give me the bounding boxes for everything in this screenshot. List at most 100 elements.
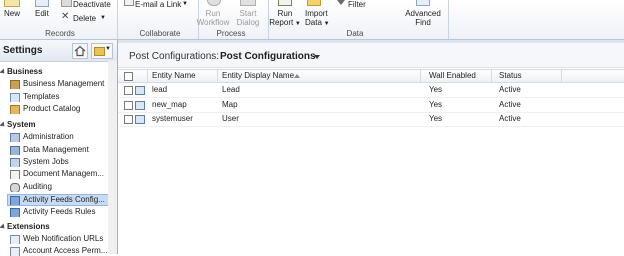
nav-label: Business Management <box>23 79 105 88</box>
nav-business-management[interactable]: Business Management <box>8 79 114 89</box>
view-dropdown-icon[interactable] <box>314 55 320 59</box>
folder-dropdown-icon: ▼ <box>105 46 111 52</box>
sidebar-header: Settings ▼ <box>0 40 117 62</box>
view-label: Post Configurations: <box>129 51 220 62</box>
section-business[interactable]: Business <box>0 67 117 77</box>
home-button[interactable] <box>72 43 88 59</box>
deactivate-icon <box>61 0 72 7</box>
nav-label: Data Management <box>23 145 89 154</box>
jobs-icon <box>10 158 20 167</box>
row-checkbox[interactable] <box>124 101 133 110</box>
cell-status: Active <box>499 114 521 123</box>
advanced-find-icon <box>416 0 430 6</box>
edit-button[interactable]: Edit <box>35 9 49 18</box>
ribbon: New Edit Deactivate ✕ Delete ▼ Records E… <box>0 0 624 40</box>
nav-activity-feeds-config[interactable]: Activity Feeds Config... <box>7 194 115 206</box>
email-link-button[interactable]: E-mail a Link <box>135 0 181 9</box>
data-group-label: Data <box>346 29 364 38</box>
section-system[interactable]: System <box>0 120 117 130</box>
delete-button[interactable]: Delete <box>73 14 96 23</box>
column-wall-enabled[interactable]: Wall Enabled <box>429 71 476 81</box>
view-selector-bar: Post Configurations: Post Configurations <box>118 43 624 68</box>
filter-button[interactable]: Filter <box>348 0 366 9</box>
nav-label: Product Catalog <box>23 104 81 113</box>
cell-status: Active <box>499 85 521 94</box>
data-separator <box>448 0 449 39</box>
run-report-icon <box>278 0 292 6</box>
access-icon <box>10 247 20 256</box>
column-status[interactable]: Status <box>499 71 522 81</box>
records-group-label: Records <box>45 29 75 38</box>
run-report-dropdown-icon: ▼ <box>293 21 301 27</box>
column-entity-name[interactable]: Entity Name <box>152 71 196 81</box>
new-icon <box>4 0 20 7</box>
col-separator <box>147 70 148 82</box>
cell-wall-enabled: Yes <box>429 100 443 109</box>
record-icon <box>135 86 145 95</box>
select-all-checkbox[interactable] <box>124 72 133 81</box>
nav-label: Activity Feeds Config... <box>23 195 105 204</box>
nav-auditing[interactable]: Auditing <box>8 182 114 192</box>
row-checkbox[interactable] <box>124 115 133 124</box>
nav-administration[interactable]: Administration <box>8 132 114 142</box>
run-report-button[interactable]: Run Report ▼ <box>268 9 302 29</box>
nav-templates[interactable]: Templates <box>8 92 114 102</box>
cell-entity-name[interactable]: systemuser <box>152 114 193 124</box>
nav-label: Templates <box>23 92 60 101</box>
view-selector[interactable]: Post Configurations <box>220 51 316 62</box>
advanced-find-button[interactable]: Advanced Find <box>402 9 444 27</box>
new-button[interactable]: New <box>4 9 20 18</box>
filter-icon <box>337 0 345 5</box>
run-workflow-button[interactable]: Run Workflow <box>195 9 231 27</box>
start-dialog-button[interactable]: Start Dialog <box>231 9 265 27</box>
import-data-line1: Import <box>305 9 328 18</box>
section-extensions[interactable]: Extensions <box>0 222 117 232</box>
cell-entity-name[interactable]: lead <box>152 85 167 95</box>
nav-data-management[interactable]: Data Management <box>8 145 114 155</box>
column-entity-display-name[interactable]: Entity Display Name <box>222 71 294 81</box>
table-row[interactable]: new_map Map Yes Active <box>118 98 624 113</box>
run-workflow-line1: Run <box>205 9 221 18</box>
records-separator <box>117 0 118 39</box>
edit-icon <box>35 0 49 7</box>
table-row[interactable]: systemuser User Yes Active <box>118 112 624 127</box>
nav-product-catalog[interactable]: Product Catalog <box>8 104 114 114</box>
sidebar-scrollbar[interactable] <box>108 61 117 254</box>
cell-status: Active <box>499 100 521 109</box>
templates-icon <box>10 93 20 102</box>
nav-document-management[interactable]: Document Managem... <box>8 169 114 179</box>
cell-display-name: Lead <box>222 85 240 94</box>
advanced-find-line2: Find <box>415 18 431 27</box>
sidebar: Settings ▼ Business Business Management … <box>0 40 118 256</box>
cell-display-name: User <box>222 114 239 123</box>
deactivate-button[interactable]: Deactivate <box>73 0 111 9</box>
import-data-button[interactable]: Import Data ▼ <box>305 9 335 29</box>
nav-label: Document Managem... <box>23 169 104 178</box>
folder-menu-button[interactable]: ▼ <box>91 43 113 59</box>
run-workflow-line2: Workflow <box>196 18 230 27</box>
nav-label: Web Notification URLs <box>23 234 104 243</box>
table-row[interactable]: lead Lead Yes Active <box>118 83 624 98</box>
nav-label: Activity Feeds Rules <box>23 207 96 216</box>
delete-dropdown-icon[interactable]: ▼ <box>100 14 106 23</box>
cell-wall-enabled: Yes <box>429 114 443 123</box>
row-checkbox[interactable] <box>124 86 133 95</box>
document-icon <box>10 170 20 179</box>
collaborate-group-label: Collaborate <box>139 29 181 38</box>
col-separator <box>217 70 218 82</box>
nav-label: Account Access Perm... <box>23 246 108 255</box>
cell-entity-name[interactable]: new_map <box>152 100 187 110</box>
folder-icon <box>94 47 105 56</box>
nav-activity-feeds-rules[interactable]: Activity Feeds Rules <box>8 207 114 217</box>
home-icon <box>74 45 86 57</box>
start-dialog-line1: Start <box>239 9 257 18</box>
nav-web-notification-urls[interactable]: Web Notification URLs <box>8 234 114 244</box>
cell-display-name: Map <box>222 100 238 109</box>
email-link-icon <box>124 0 134 6</box>
nav-account-access[interactable]: Account Access Perm... <box>8 246 114 256</box>
admin-icon <box>10 133 20 142</box>
nav-system-jobs[interactable]: System Jobs <box>8 157 114 167</box>
import-data-dropdown-icon: ▼ <box>321 21 330 27</box>
email-link-dropdown-icon[interactable]: ▼ <box>182 0 188 9</box>
nav-label: System Jobs <box>23 157 69 166</box>
